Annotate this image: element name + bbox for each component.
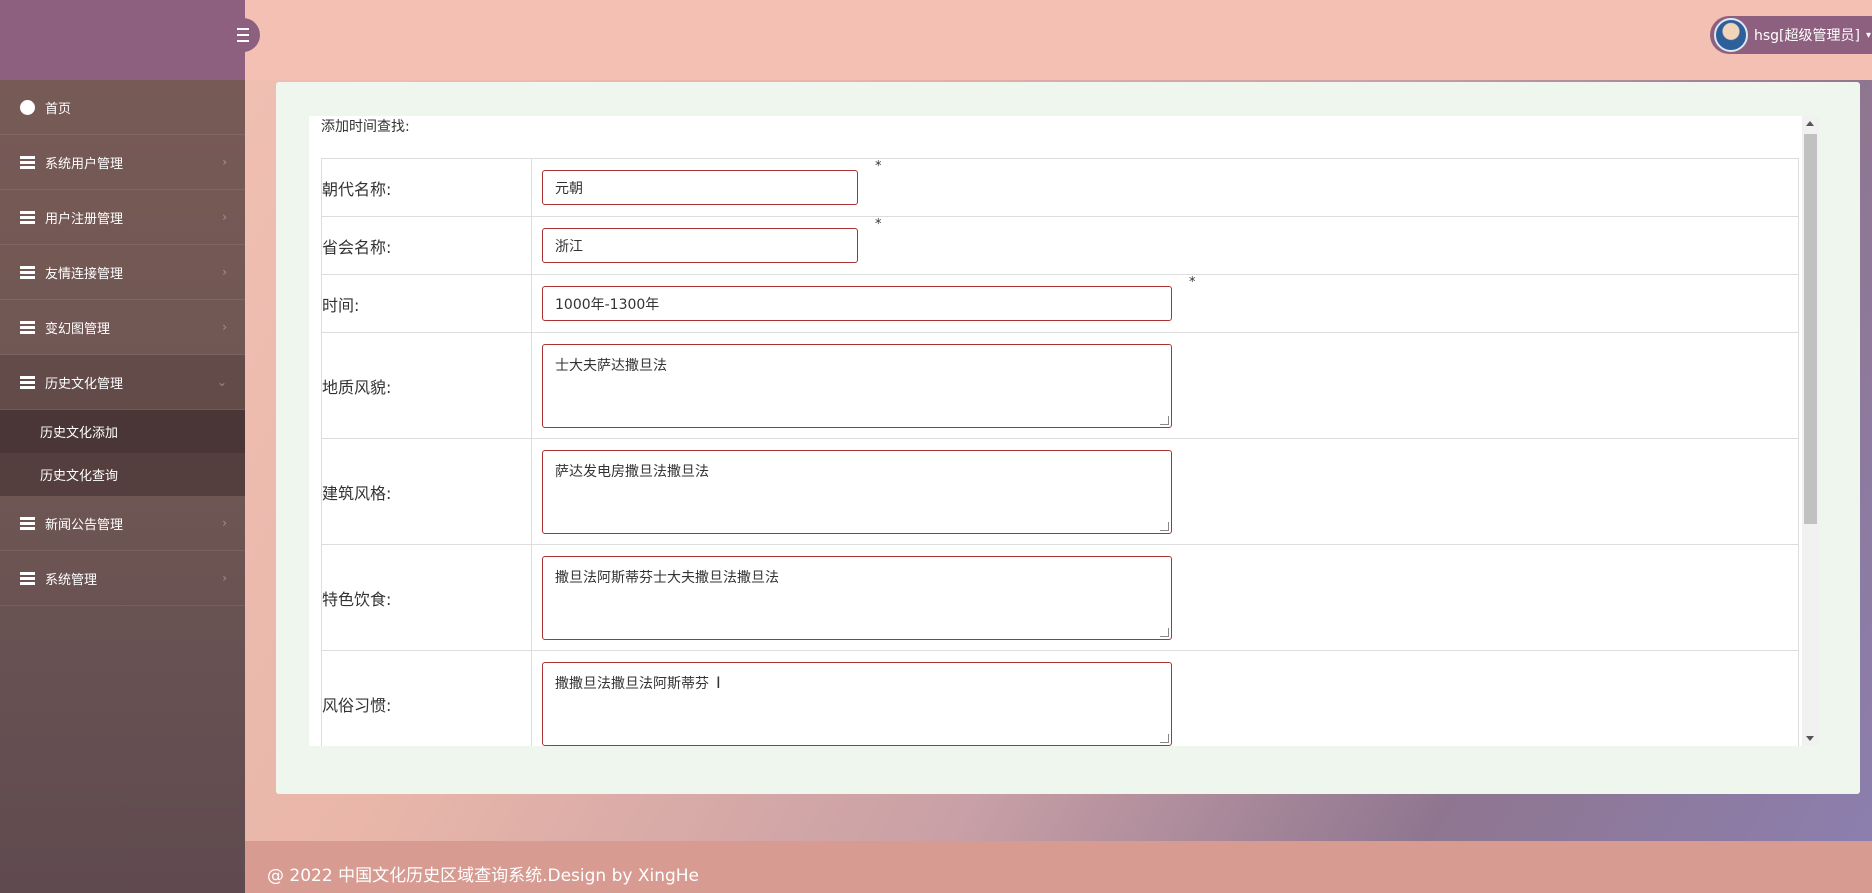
field-cell: 撒撒旦法撒旦法阿斯蒂芬 I (531, 650, 1799, 746)
customs-textarea[interactable]: 撒撒旦法撒旦法阿斯蒂芬 (542, 661, 1172, 746)
field-cell: 撒旦法阿斯蒂芬士大夫撒旦法撒旦法 (531, 544, 1799, 651)
field-cell: 元朝 * (531, 158, 1799, 217)
form-row: 省会名称: 浙江 * (321, 216, 1799, 275)
field-cell: 士大夫萨达撒旦法 (531, 332, 1799, 439)
scroll-down-icon[interactable] (1806, 736, 1814, 741)
sidebar-item-label: 友情连接管理 (45, 266, 124, 282)
sidebar-item-label: 用户注册管理 (45, 211, 124, 227)
content-card: 添加时间查找: 朝代名称: 元朝 * 省会名称: 浙江 * 时间: 1000年-… (276, 82, 1860, 794)
chevron-right-icon: › (222, 320, 227, 334)
form-frame: 添加时间查找: 朝代名称: 元朝 * 省会名称: 浙江 * 时间: 1000年-… (309, 116, 1819, 746)
sidebar-item-label: 系统用户管理 (45, 156, 124, 172)
sidebar-item-system[interactable]: 系统管理 › (0, 551, 245, 606)
required-mark: * (875, 159, 882, 174)
required-mark: * (1189, 275, 1196, 290)
chevron-right-icon: › (222, 210, 227, 224)
required-mark: * (875, 217, 882, 232)
sidebar-item-label: 首页 (45, 101, 72, 117)
sidebar-subitem-label: 历史文化添加 (40, 426, 119, 441)
scrollbar-thumb[interactable] (1804, 134, 1817, 524)
brand-area (0, 0, 245, 80)
list-icon (20, 572, 35, 585)
field-label: 特色饮食: (321, 544, 532, 651)
list-icon (20, 517, 35, 530)
footer: @ 2022 中国文化历史区域查询系统.Design by XingHe (245, 841, 1872, 893)
chevron-right-icon: › (222, 516, 227, 530)
form-row: 风俗习惯: 撒撒旦法撒旦法阿斯蒂芬 I (321, 650, 1799, 746)
field-label: 朝代名称: (321, 158, 532, 217)
form-row: 建筑风格: 萨达发电房撒旦法撒旦法 (321, 438, 1799, 545)
user-name: hsg[超级管理员] (1754, 28, 1860, 44)
chevron-right-icon: › (222, 571, 227, 585)
time-input[interactable]: 1000年-1300年 (542, 286, 1172, 321)
list-icon (20, 211, 35, 224)
sidebar-subitem-label: 历史文化查询 (40, 469, 119, 484)
field-cell: 萨达发电房撒旦法撒旦法 (531, 438, 1799, 545)
field-cell: 1000年-1300年 * (531, 274, 1799, 333)
chevron-right-icon: › (222, 155, 227, 169)
scroll-up-icon[interactable] (1806, 121, 1814, 126)
form-row: 特色饮食: 撒旦法阿斯蒂芬士大夫撒旦法撒旦法 (321, 544, 1799, 651)
field-label: 地质风貌: (321, 332, 532, 439)
sidebar-item-label: 历史文化管理 (45, 376, 124, 392)
footer-text: @ 2022 中国文化历史区域查询系统.Design by XingHe (267, 866, 700, 886)
field-cell: 浙江 * (531, 216, 1799, 275)
menu-icon (237, 26, 249, 44)
sidebar: 首页 系统用户管理 › 用户注册管理 › 友情连接管理 › 变幻图管理 › 历史… (0, 80, 245, 893)
sidebar-item-home[interactable]: 首页 (0, 80, 245, 135)
sidebar-item-system-users[interactable]: 系统用户管理 › (0, 135, 245, 190)
sidebar-toggle-button[interactable] (226, 18, 260, 52)
sidebar-item-news[interactable]: 新闻公告管理 › (0, 496, 245, 551)
user-menu[interactable]: hsg[超级管理员] ▾ (1710, 16, 1872, 54)
chevron-down-icon: ▾ (1865, 29, 1872, 41)
list-icon (20, 376, 35, 389)
chevron-down-icon: ⌄ (216, 375, 227, 389)
field-label: 省会名称: (321, 216, 532, 275)
cuisine-textarea[interactable]: 撒旦法阿斯蒂芬士大夫撒旦法撒旦法 (542, 555, 1172, 640)
sidebar-item-user-registration[interactable]: 用户注册管理 › (0, 190, 245, 245)
geography-textarea[interactable]: 士大夫萨达撒旦法 (542, 343, 1172, 428)
form-row: 地质风貌: 士大夫萨达撒旦法 (321, 332, 1799, 439)
list-icon (20, 266, 35, 279)
sidebar-item-friend-links[interactable]: 友情连接管理 › (0, 245, 245, 300)
text-cursor-icon: I (716, 673, 721, 692)
vertical-scrollbar[interactable] (1802, 116, 1819, 746)
field-label: 时间: (321, 274, 532, 333)
list-icon (20, 156, 35, 169)
sidebar-subitem-history-query[interactable]: 历史文化查询 (0, 453, 245, 496)
architecture-textarea[interactable]: 萨达发电房撒旦法撒旦法 (542, 449, 1172, 534)
top-bar (0, 0, 1872, 80)
chevron-right-icon: › (222, 265, 227, 279)
sidebar-item-label: 新闻公告管理 (45, 517, 124, 533)
dynasty-name-input[interactable]: 元朝 (542, 170, 858, 205)
sidebar-item-carousel[interactable]: 变幻图管理 › (0, 300, 245, 355)
form-row: 朝代名称: 元朝 * (321, 158, 1799, 217)
sidebar-subitem-history-add[interactable]: 历史文化添加 (0, 410, 245, 453)
sidebar-item-history-culture[interactable]: 历史文化管理 ⌄ (0, 355, 245, 410)
sidebar-item-label: 系统管理 (45, 572, 98, 588)
form-row: 时间: 1000年-1300年 * (321, 274, 1799, 333)
avatar (1714, 18, 1748, 52)
form-table: 朝代名称: 元朝 * 省会名称: 浙江 * 时间: 1000年-1300年 * (321, 158, 1799, 746)
sidebar-item-label: 变幻图管理 (45, 321, 111, 337)
province-name-input[interactable]: 浙江 (542, 228, 858, 263)
submenu: 历史文化添加 历史文化查询 (0, 410, 245, 496)
form-title: 添加时间查找: (321, 119, 410, 135)
field-label: 风俗习惯: (321, 650, 532, 746)
field-label: 建筑风格: (321, 438, 532, 545)
list-icon (20, 321, 35, 334)
dashboard-icon (20, 99, 35, 115)
